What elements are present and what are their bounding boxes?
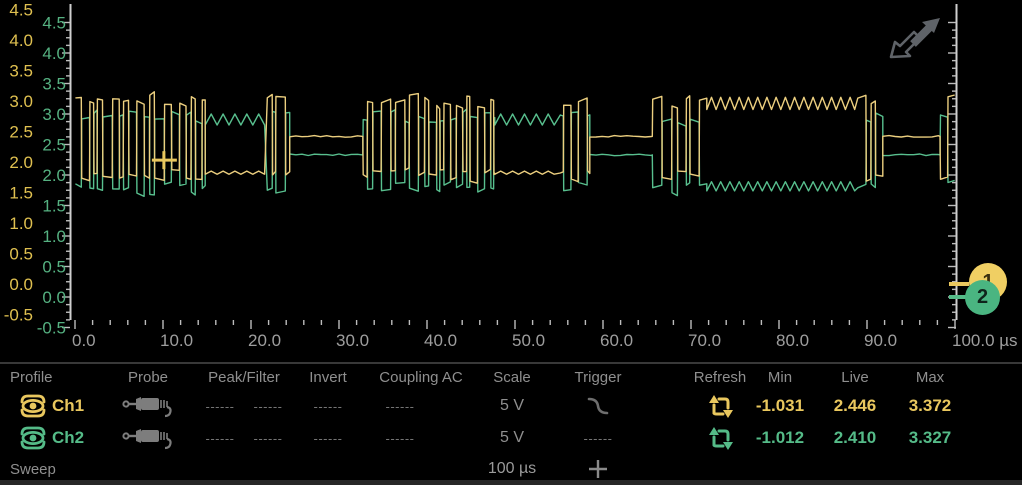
ch2-visibility-toggle[interactable] [14,423,52,453]
ch1-max-value: 3.372 [885,391,975,421]
ch1-trigger-button[interactable] [553,391,643,421]
ch2-probe-button[interactable] [108,423,188,453]
waveform-canvas: 0.010.020.030.040.050.060.070.080.090.01… [0,0,1022,362]
bottom-divider [0,480,1022,485]
header-profile: Profile [10,367,80,387]
svg-text:3.0: 3.0 [42,105,66,124]
ch1-coupling-toggle[interactable]: ------ [365,391,435,421]
svg-text:0.0: 0.0 [72,331,96,350]
sweep-label: Sweep [10,457,80,481]
svg-text:80.0: 80.0 [776,331,809,350]
header-max: Max [885,367,975,387]
ch1-visibility-toggle[interactable] [14,391,52,421]
svg-text:1.5: 1.5 [42,197,66,216]
channel-table: Profile Probe Peak/Filter Invert Couplin… [0,362,1022,485]
svg-text:10.0: 10.0 [160,331,193,350]
svg-text:20.0: 20.0 [248,331,281,350]
svg-text:-0.5: -0.5 [4,306,33,325]
svg-text:4.0: 4.0 [9,31,33,50]
oscilloscope-app: 0.010.020.030.040.050.060.070.080.090.01… [0,0,1022,485]
ch2-badge-label: 2 [977,286,988,309]
ch1-label[interactable]: Ch1 [52,391,102,421]
ch2-label[interactable]: Ch2 [52,423,102,453]
svg-text:70.0: 70.0 [688,331,721,350]
svg-text:90.0: 90.0 [864,331,897,350]
svg-text:4.5: 4.5 [9,1,33,20]
ch2-ground-badge[interactable]: 2 [965,280,1000,315]
eye-icon [16,424,50,452]
eye-icon [16,392,50,420]
svg-text:1.0: 1.0 [9,214,33,233]
refresh-icon [707,393,734,420]
svg-text:4.5: 4.5 [42,14,66,33]
header-probe: Probe [108,367,188,387]
svg-text:3.5: 3.5 [42,75,66,94]
probe-icon [122,391,174,421]
header-peak-filter: Peak/Filter [184,367,304,387]
svg-text:2.5: 2.5 [42,136,66,155]
ch2-max-value: 3.327 [885,423,975,453]
svg-text:50.0: 50.0 [512,331,545,350]
probe-icon [122,423,174,453]
ch2-scale-value[interactable]: 5 V [467,423,557,453]
ch2-invert-toggle[interactable]: ------ [293,423,363,453]
header-invert: Invert [293,367,363,387]
svg-text:4.0: 4.0 [42,44,66,63]
sweep-add-button[interactable] [553,457,643,481]
sweep-value[interactable]: 100 µs [467,457,557,481]
plus-icon [587,458,609,480]
expand-icon[interactable] [888,16,942,60]
svg-text:3.5: 3.5 [9,62,33,81]
ch1-probe-button[interactable] [108,391,188,421]
svg-text:2.5: 2.5 [9,123,33,142]
ch2-coupling-toggle[interactable]: ------ [365,423,435,453]
svg-text:0.5: 0.5 [42,258,66,277]
ch2-trigger-button[interactable]: ------ [553,423,643,453]
waveform-plot[interactable]: 0.010.020.030.040.050.060.070.080.090.01… [0,0,1022,362]
svg-text:40.0: 40.0 [424,331,457,350]
svg-text:0.5: 0.5 [9,245,33,264]
header-scale: Scale [467,367,557,387]
svg-text:1.0: 1.0 [42,227,66,246]
falling-edge-trigger-icon [586,396,610,416]
svg-text:-0.5: -0.5 [37,319,66,338]
svg-text:2.0: 2.0 [9,153,33,172]
svg-text:1.5: 1.5 [9,184,33,203]
refresh-icon [707,425,734,452]
svg-text:2.0: 2.0 [42,166,66,185]
svg-text:100.0 µs: 100.0 µs [952,331,1018,350]
header-trigger: Trigger [553,367,643,387]
svg-text:30.0: 30.0 [336,331,369,350]
svg-text:3.0: 3.0 [9,92,33,111]
ch1-scale-value[interactable]: 5 V [467,391,557,421]
svg-text:60.0: 60.0 [600,331,633,350]
svg-text:0.0: 0.0 [9,275,33,294]
svg-text:0.0: 0.0 [42,288,66,307]
ch1-invert-toggle[interactable]: ------ [293,391,363,421]
header-coupling-ac: Coupling AC [361,367,481,387]
